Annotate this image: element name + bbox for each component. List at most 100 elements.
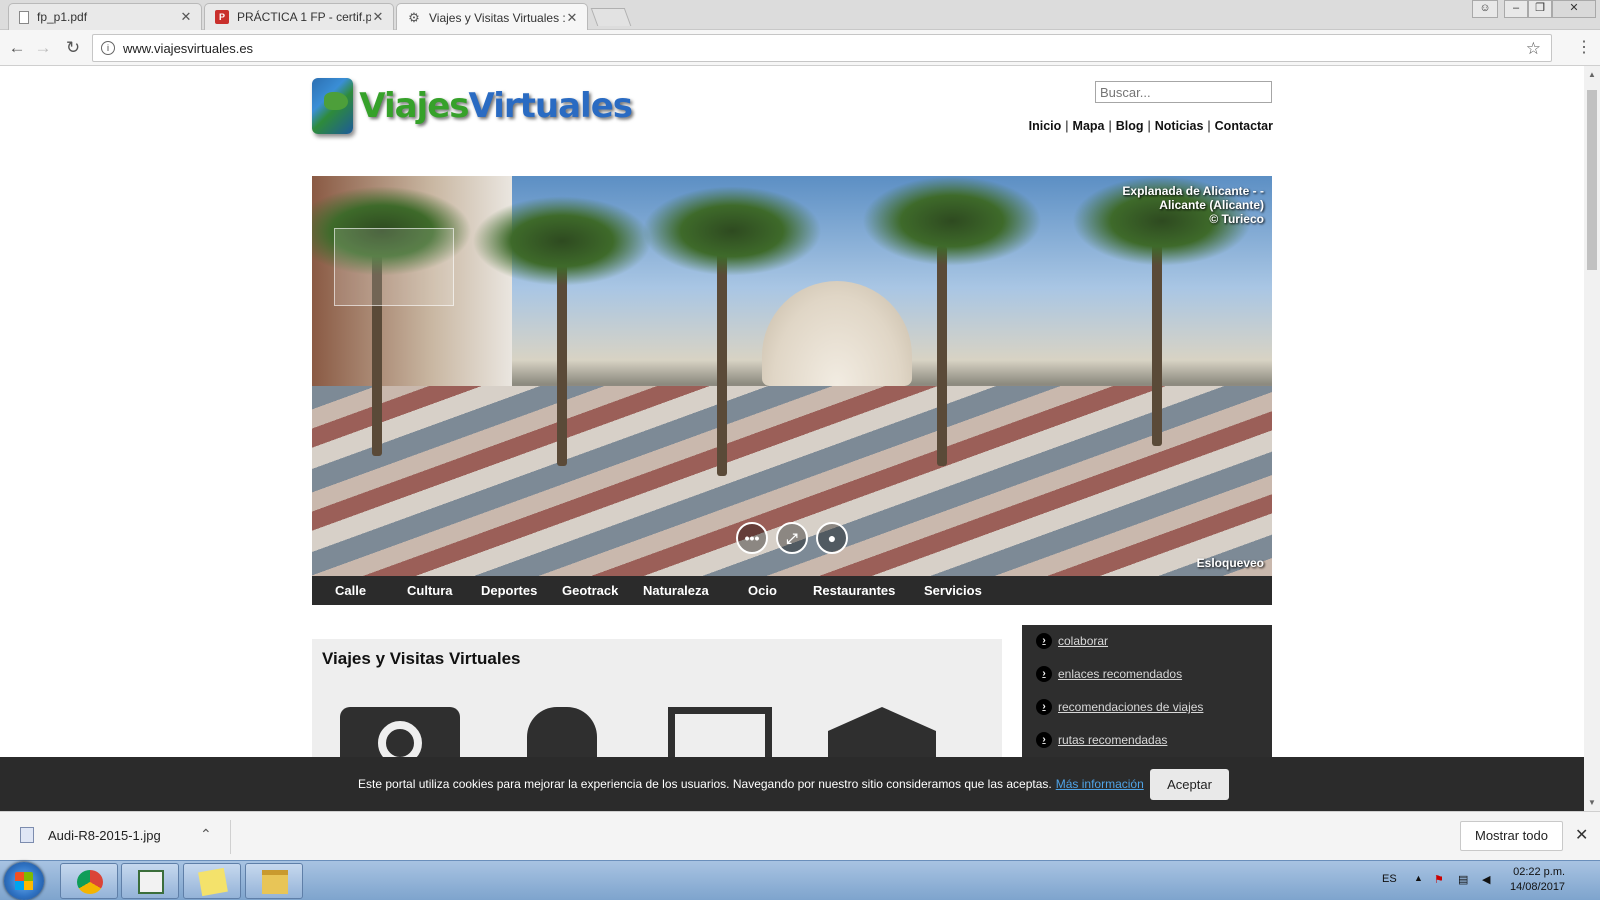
nav-separator: | [1207, 119, 1211, 133]
download-shelf: Audi-R8-2015-1.jpg ⌃ Mostrar todo ✕ [0, 811, 1600, 860]
panorama-minimap[interactable] [334, 228, 454, 306]
nav-blog[interactable]: Blog [1116, 119, 1144, 133]
tab-fp-pdf[interactable]: fp_p1.pdf ✕ [8, 3, 202, 30]
forward-icon[interactable]: → [32, 37, 54, 59]
more-options-icon[interactable]: ••• [736, 522, 768, 554]
sidebar-item-enlaces[interactable]: › enlaces recomendados [1036, 666, 1182, 682]
logo-text-viajes: Viajes [359, 86, 469, 126]
category-servicios[interactable]: Servicios [924, 583, 982, 598]
network-icon[interactable]: ▤ [1458, 873, 1468, 886]
download-item[interactable]: Audi-R8-2015-1.jpg [20, 827, 161, 843]
close-icon[interactable]: ✕ [1575, 825, 1588, 845]
palm-trunk [717, 246, 727, 476]
caption-line: © Turieco [1209, 212, 1264, 226]
caption-line: Alicante (Alicante) [1159, 198, 1264, 212]
close-window-button[interactable]: ✕ [1552, 0, 1596, 18]
cookie-message: Este portal utiliza cookies para mejorar… [358, 777, 1144, 791]
show-hidden-icons-icon[interactable]: ▲ [1414, 873, 1423, 883]
scroll-up-icon[interactable]: ▲ [1588, 70, 1596, 79]
volume-icon[interactable]: ◀ [1482, 873, 1490, 886]
panorama-bandstand [762, 281, 912, 386]
cookie-more-link[interactable]: Más información [1056, 777, 1144, 791]
map-pin-icon[interactable]: ● [816, 522, 848, 554]
close-icon[interactable]: ✕ [371, 9, 385, 25]
nav-contactar[interactable]: Contactar [1215, 119, 1273, 133]
top-navigation: Inicio | Mapa | Blog | Noticias | Contactar [1029, 119, 1273, 133]
sidebar-link-label: rutas recomendadas [1058, 733, 1168, 747]
minimize-button[interactable]: – [1504, 0, 1528, 18]
star-icon[interactable]: ☆ [1526, 39, 1541, 59]
action-center-icon[interactable]: ⚑ [1434, 873, 1444, 886]
page-scrollbar[interactable]: ▲ ▼ [1584, 66, 1600, 811]
category-cultura[interactable]: Cultura [407, 583, 453, 598]
category-geotrack[interactable]: Geotrack [562, 583, 618, 598]
panorama-viewer[interactable]: Explanada de Alicante - - Alicante (Alic… [312, 176, 1272, 576]
sidebar-item-colaborar[interactable]: › colaborar [1036, 633, 1108, 649]
palm-frond [472, 196, 652, 286]
tab-label: PRÁCTICA 1 FP - certif.pc [237, 10, 371, 24]
clock-date: 14/08/2017 [1510, 881, 1566, 893]
language-indicator[interactable]: ES [1382, 873, 1397, 885]
panorama-credit: Esloqueveo [1196, 556, 1264, 570]
scrollbar-thumb[interactable] [1587, 90, 1597, 270]
download-filename: Audi-R8-2015-1.jpg [48, 827, 161, 843]
palm-frond [642, 186, 822, 276]
image-file-icon [20, 827, 34, 843]
chevron-right-icon: › [1036, 666, 1052, 682]
address-bar[interactable]: i www.viajesvirtuales.es ☆ [92, 34, 1552, 62]
nav-separator: | [1065, 119, 1069, 133]
cookie-text: Este portal utiliza cookies para mejorar… [358, 777, 1052, 791]
chevron-up-icon[interactable]: ⌃ [200, 826, 212, 843]
menu-icon[interactable]: ⋮ [1576, 37, 1592, 57]
back-icon[interactable]: ← [6, 37, 28, 59]
close-icon[interactable]: ✕ [179, 9, 193, 25]
windows-taskbar: ES ▲ ⚑ ▤ ◀ 02:22 p.m. 14/08/2017 [0, 860, 1600, 900]
url-text: www.viajesvirtuales.es [123, 40, 254, 56]
category-deportes[interactable]: Deportes [481, 583, 537, 598]
category-naturaleza[interactable]: Naturaleza [643, 583, 709, 598]
palm-trunk [1152, 236, 1162, 446]
chevron-right-icon: › [1036, 732, 1052, 748]
tab-label: fp_p1.pdf [37, 10, 88, 24]
reload-icon[interactable]: ↻ [62, 37, 84, 59]
category-calle[interactable]: Calle [335, 583, 366, 598]
sticky-notes-icon [198, 867, 228, 897]
taskbar-explorer[interactable] [245, 863, 303, 899]
palm-trunk [937, 246, 947, 466]
category-ocio[interactable]: Ocio [748, 583, 777, 598]
info-icon[interactable]: i [101, 41, 115, 55]
page-viewport: ViajesVirtuales Inicio|Mapa|Blog|Noticia… [0, 66, 1584, 811]
accept-cookies-button[interactable]: Aceptar [1150, 769, 1229, 800]
tab-practica-pdf[interactable]: P PRÁCTICA 1 FP - certif.pc ✕ [204, 3, 394, 30]
scroll-down-icon[interactable]: ▼ [1588, 798, 1596, 807]
category-restaurantes[interactable]: Restaurantes [813, 583, 895, 598]
restore-button[interactable]: ❐ [1528, 0, 1552, 18]
system-clock[interactable]: 02:22 p.m. 14/08/2017 [1510, 865, 1565, 895]
browser-toolbar: ← → ↻ i www.viajesvirtuales.es ☆ ⋮ [0, 30, 1600, 66]
nav-noticias[interactable]: Noticias [1155, 119, 1204, 133]
tab-viajes-virtuales[interactable]: ⚙ Viajes y Visitas Virtuales : ✕ [396, 3, 588, 31]
sidebar-item-rutas[interactable]: › rutas recomendadas [1036, 732, 1167, 748]
fullscreen-icon[interactable]: ⤢ [776, 522, 808, 554]
nav-mapa[interactable]: Mapa [1073, 119, 1105, 133]
site-logo[interactable]: ViajesVirtuales [312, 76, 633, 136]
close-icon[interactable]: ✕ [565, 10, 579, 26]
taskbar-chrome[interactable] [60, 863, 118, 899]
shelf-divider [230, 820, 231, 854]
clock-time: 02:22 p.m. [1513, 866, 1566, 878]
chevron-right-icon: › [1036, 699, 1052, 715]
new-tab-button[interactable] [590, 8, 632, 26]
show-all-button[interactable]: Mostrar todo [1460, 821, 1563, 851]
logo-text: ViajesVirtuales [359, 86, 633, 126]
taskbar-notes[interactable] [183, 863, 241, 899]
start-button[interactable] [4, 862, 44, 900]
user-icon[interactable]: ☺ [1472, 0, 1498, 18]
caption-line: Explanada de Alicante - - [1122, 184, 1264, 198]
cookie-banner: Este portal utiliza cookies para mejorar… [0, 757, 1584, 811]
nav-inicio[interactable]: Inicio [1029, 119, 1062, 133]
search-input[interactable] [1095, 81, 1272, 103]
taskbar-app[interactable] [121, 863, 179, 899]
gear-icon: ⚙ [408, 9, 420, 25]
sidebar-item-recomendaciones[interactable]: › recomendaciones de viajes [1036, 699, 1203, 715]
tab-label: Viajes y Visitas Virtuales : [429, 10, 565, 25]
